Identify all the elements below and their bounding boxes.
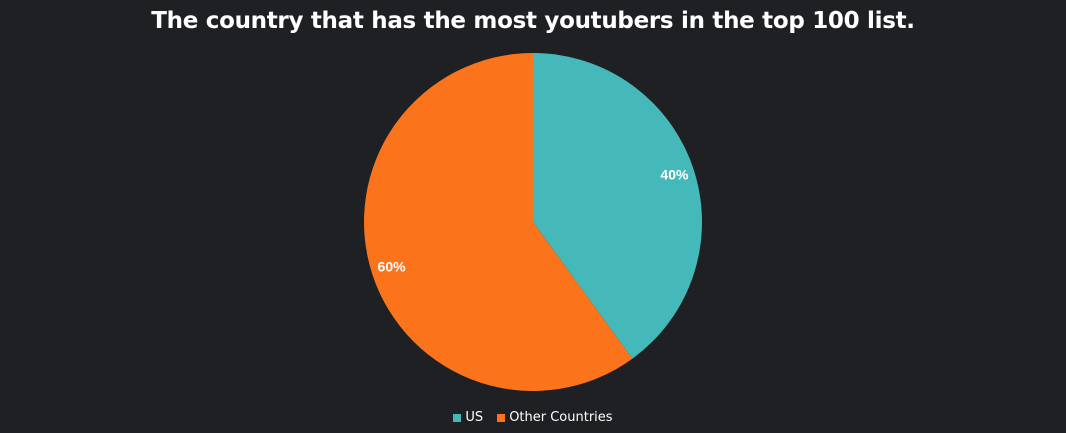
legend: US Other Countries xyxy=(0,410,1066,425)
pie-slices xyxy=(363,53,702,391)
legend-label-other-countries: Other Countries xyxy=(509,410,613,425)
legend-item-other-countries[interactable]: Other Countries xyxy=(497,410,613,425)
data-label-other-countries: 60% xyxy=(378,259,407,275)
legend-item-us[interactable]: US xyxy=(453,410,483,425)
legend-swatch-us xyxy=(453,413,462,422)
pie-chart: 40% 60% xyxy=(363,53,702,391)
legend-label-us: US xyxy=(465,410,484,425)
legend-swatch-other-countries xyxy=(497,413,506,422)
data-label-us: 40% xyxy=(660,167,689,183)
